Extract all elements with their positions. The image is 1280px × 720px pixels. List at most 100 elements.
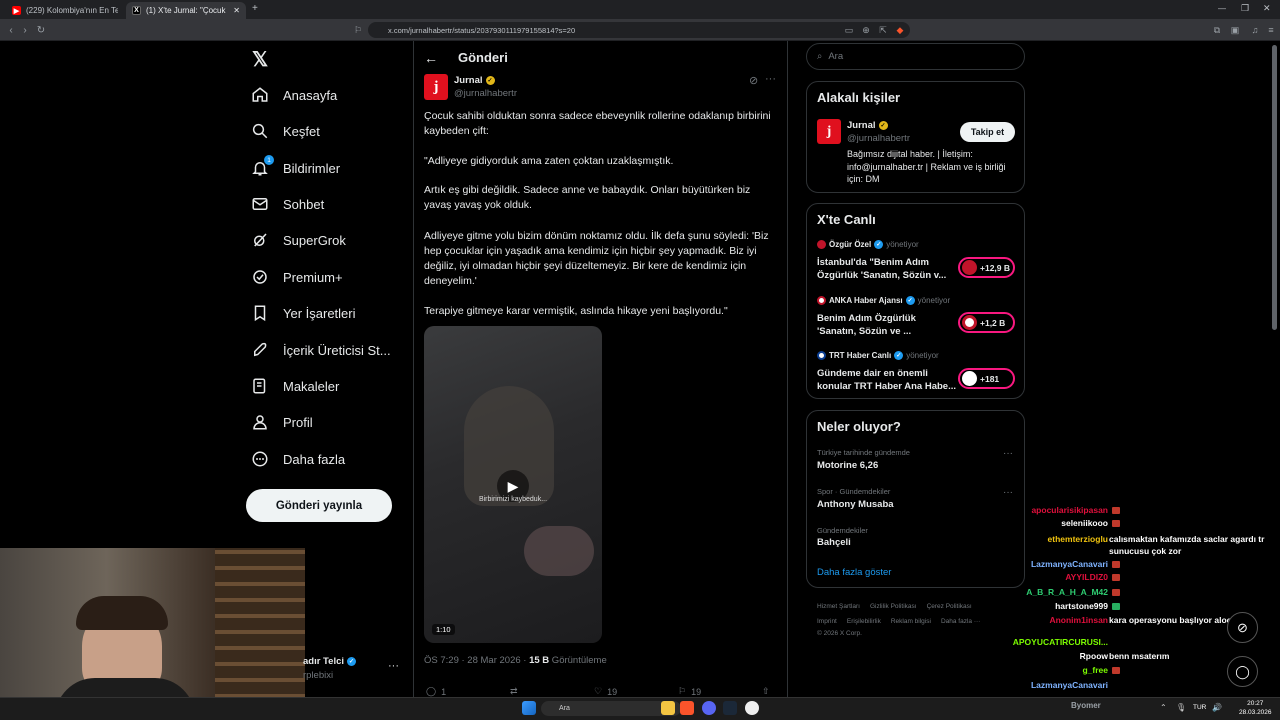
repost-button[interactable]: ⇄ (510, 686, 518, 697)
forward-icon[interactable]: › (18, 23, 32, 37)
file-explorer-icon[interactable] (661, 701, 675, 715)
account-name[interactable]: adır Telci ✓ (303, 656, 357, 667)
nav-explore[interactable]: Keşfet (250, 116, 320, 146)
reload-icon[interactable]: ↻ (34, 23, 48, 37)
trend-name[interactable]: Motorine 6,26 (817, 460, 878, 471)
obs-icon[interactable] (745, 701, 759, 715)
messages-float-button[interactable]: ◯ (1227, 656, 1258, 687)
footer-link[interactable]: Çerez Politikası (927, 603, 972, 610)
address-bar-row: ‹ › ↻ ⚐ x.com/jurnalhabertr/status/20379… (0, 19, 1280, 41)
live-host[interactable]: ANKA Haber Ajansı ✓ yönetiyor (817, 296, 950, 305)
nav-supergrok[interactable]: SuperGrok (250, 225, 346, 255)
nav-chat[interactable]: Sohbet (250, 189, 324, 219)
footer-link[interactable]: Erişilebilirlik (847, 618, 881, 625)
live-listeners[interactable]: +181 (958, 368, 1015, 389)
related-avatar[interactable]: j (817, 119, 841, 144)
author-handle[interactable]: @jurnalhabertr (454, 88, 517, 99)
brave-shield-icon[interactable]: ◆ (893, 23, 907, 37)
author-avatar[interactable]: j (424, 74, 448, 100)
bookmark-icon (250, 303, 270, 323)
like-button[interactable]: ♡ 19 (594, 686, 617, 697)
x-logo-icon[interactable]: 𝕏 (252, 47, 268, 72)
live-title[interactable]: Gündeme dair en önemli konular TRT Haber… (817, 367, 957, 393)
nav-profile[interactable]: Profil (250, 407, 313, 437)
extensions-icon[interactable]: ⧉ (1210, 23, 1224, 37)
back-arrow-icon[interactable]: ← (424, 50, 438, 66)
reply-button[interactable]: ◯ 1 (426, 686, 446, 697)
verified-gold-icon: ✓ (878, 121, 888, 130)
url-field[interactable]: x.com/jurnalhabertr/status/2037930111979… (368, 22, 910, 38)
bell-icon: 1 (250, 155, 274, 178)
post-button[interactable]: Gönderi yayınla (246, 489, 392, 522)
windows-start-icon[interactable] (522, 701, 536, 715)
nav-premium[interactable]: Premium+ (250, 262, 343, 292)
taskbar-search[interactable]: Ara (541, 701, 681, 716)
live-listeners[interactable]: +12,9 B (958, 257, 1015, 278)
wallet-icon[interactable]: ▣ (1228, 23, 1242, 37)
author-name[interactable]: Jurnal ✓ (454, 75, 495, 86)
nav-bookmarks[interactable]: Yer İşaretleri (250, 298, 356, 328)
browser-tab-youtube[interactable]: ▶ (229) Kolombiya'nın En Tehlikeli Hapı.… (6, 2, 118, 19)
live-title[interactable]: İstanbul'da "Benim Adım Özgürlük 'Sanatı… (817, 256, 957, 282)
volume-icon[interactable]: 🔊 (1212, 703, 1222, 712)
tray-chevron-icon[interactable]: ⌃ (1160, 703, 1167, 712)
show-more-link[interactable]: Daha fazla göster (817, 567, 891, 578)
trend-more-icon[interactable]: ··· (1003, 487, 1013, 498)
more-options-icon[interactable]: ··· (765, 73, 776, 85)
close-window-icon[interactable]: ✕ (1263, 3, 1271, 14)
taskbar-clock[interactable]: 20:27 28.03.2026 (1239, 699, 1272, 717)
views-label: Görüntüleme (549, 655, 607, 666)
bookmark-button[interactable]: ⚐ 19 (678, 686, 701, 697)
host-avatar (817, 351, 826, 360)
share-button[interactable]: ⇧ (762, 686, 770, 697)
footer-link[interactable]: Imprint (817, 618, 837, 625)
post-paragraph: Terapiye gitmeye karar vermiştik, aslınd… (424, 305, 728, 317)
chat-username: hartstone999 (1055, 601, 1108, 611)
browser-tab-x[interactable]: X (1) X'te Jurnal: "Çocuk sahibi old... … (126, 2, 246, 19)
chat-user: AYYILDIZ0 (1065, 572, 1120, 582)
footer-link[interactable]: Reklam bilgisi (891, 618, 931, 625)
related-name[interactable]: Jurnal ✓ (847, 120, 888, 131)
grok-float-button[interactable]: ⊘ (1227, 612, 1258, 643)
account-handle[interactable]: rplebixi (303, 670, 333, 681)
footer-link[interactable]: Hizmet Şartları (817, 603, 860, 610)
display-icon[interactable]: ▭ (842, 23, 856, 37)
nav-notifications[interactable]: 1 Bildirimler (250, 153, 340, 183)
related-handle[interactable]: @jurnalhabertr (847, 133, 910, 144)
new-tab-button[interactable]: + (252, 3, 258, 14)
trend-name[interactable]: Bahçeli (817, 537, 851, 548)
emote-icon (1112, 506, 1120, 514)
live-title[interactable]: Benim Adım Özgürlük 'Sanatın, Sözün ve .… (817, 312, 957, 338)
back-icon[interactable]: ‹ (4, 23, 18, 37)
grok-icon[interactable]: ⊘ (749, 74, 758, 87)
scrollbar[interactable] (1272, 45, 1277, 330)
share-page-icon[interactable]: ⇱ (876, 23, 890, 37)
steam-icon[interactable] (723, 701, 737, 715)
mic-icon[interactable]: 🎙 (1176, 703, 1186, 712)
search-input[interactable]: ⌕ Ara (806, 43, 1025, 70)
bookmark-page-icon[interactable]: ⚐ (351, 23, 365, 37)
zoom-icon[interactable]: ⊕ (859, 23, 873, 37)
live-listeners[interactable]: +1,2 B (958, 312, 1015, 333)
menu-icon[interactable]: ≡ (1264, 23, 1278, 37)
live-host[interactable]: Özgür Özel ✓ yönetiyor (817, 240, 919, 249)
trend-name[interactable]: Anthony Musaba (817, 499, 894, 510)
footer-link[interactable]: Daha fazla ··· (941, 618, 980, 625)
live-host[interactable]: TRT Haber Canlı ✓ yönetiyor (817, 351, 939, 360)
footer-link[interactable]: Gizlilik Politikası (870, 603, 917, 610)
nav-more[interactable]: Daha fazla (250, 444, 345, 474)
close-tab-icon[interactable]: ✕ (233, 6, 240, 15)
nav-home[interactable]: Anasayfa (250, 80, 337, 110)
discord-icon[interactable] (702, 701, 716, 715)
brave-icon[interactable] (680, 701, 694, 715)
restore-icon[interactable]: ❐ (1241, 3, 1249, 14)
trend-more-icon[interactable]: ··· (1003, 448, 1013, 459)
page-title: Gönderi (458, 50, 508, 65)
account-more-icon[interactable]: ··· (388, 660, 399, 672)
language-indicator[interactable]: TUR (1193, 704, 1206, 711)
minimize-icon[interactable]: — (1218, 4, 1226, 13)
follow-button[interactable]: Takip et (960, 122, 1015, 142)
nav-creator-studio[interactable]: İçerik Üreticisi St... (250, 335, 391, 365)
nav-articles[interactable]: Makaleler (250, 371, 339, 401)
media-icon[interactable]: ♫ (1248, 23, 1262, 37)
